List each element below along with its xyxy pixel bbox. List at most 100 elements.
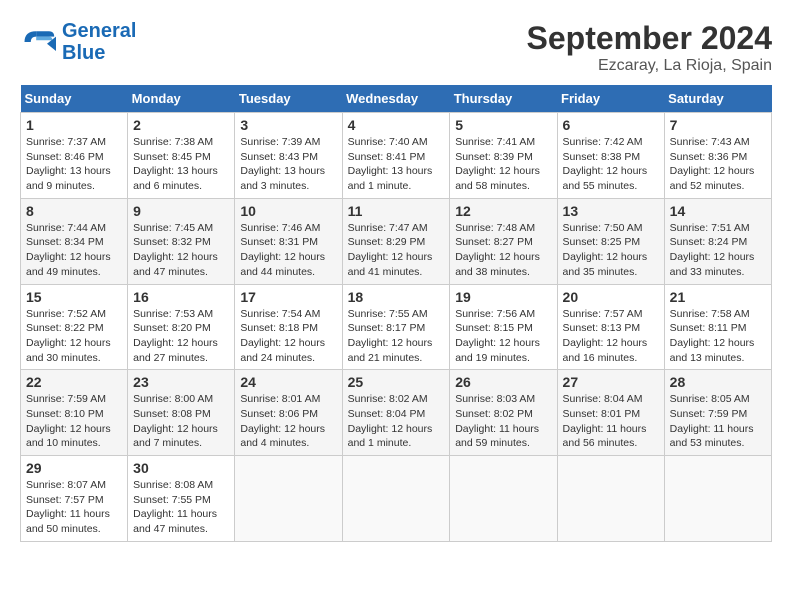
day-info: Sunrise: 7:41 AM Sunset: 8:39 PM Dayligh…	[455, 135, 551, 194]
calendar-cell	[450, 456, 557, 542]
day-info: Sunrise: 8:04 AM Sunset: 8:01 PM Dayligh…	[563, 392, 659, 451]
calendar-header-row: Sunday Monday Tuesday Wednesday Thursday…	[21, 85, 772, 113]
day-info: Sunrise: 7:39 AM Sunset: 8:43 PM Dayligh…	[240, 135, 336, 194]
day-number: 20	[563, 289, 659, 305]
calendar-cell: 30 Sunrise: 8:08 AM Sunset: 7:55 PM Dayl…	[128, 456, 235, 542]
day-info: Sunrise: 8:03 AM Sunset: 8:02 PM Dayligh…	[455, 392, 551, 451]
logo: General Blue	[20, 20, 136, 64]
day-info: Sunrise: 7:58 AM Sunset: 8:11 PM Dayligh…	[670, 307, 766, 366]
calendar-week-row: 22 Sunrise: 7:59 AM Sunset: 8:10 PM Dayl…	[21, 370, 772, 456]
header-monday: Monday	[128, 85, 235, 113]
calendar-cell: 7 Sunrise: 7:43 AM Sunset: 8:36 PM Dayli…	[664, 113, 771, 199]
calendar-cell: 19 Sunrise: 7:56 AM Sunset: 8:15 PM Dayl…	[450, 284, 557, 370]
calendar-cell	[342, 456, 450, 542]
calendar-cell: 21 Sunrise: 7:58 AM Sunset: 8:11 PM Dayl…	[664, 284, 771, 370]
day-info: Sunrise: 7:38 AM Sunset: 8:45 PM Dayligh…	[133, 135, 229, 194]
month-title: September 2024	[527, 20, 772, 57]
day-number: 19	[455, 289, 551, 305]
calendar-cell: 4 Sunrise: 7:40 AM Sunset: 8:41 PM Dayli…	[342, 113, 450, 199]
calendar-cell: 1 Sunrise: 7:37 AM Sunset: 8:46 PM Dayli…	[21, 113, 128, 199]
day-info: Sunrise: 7:42 AM Sunset: 8:38 PM Dayligh…	[563, 135, 659, 194]
calendar-week-row: 8 Sunrise: 7:44 AM Sunset: 8:34 PM Dayli…	[21, 198, 772, 284]
logo-text: General Blue	[62, 20, 136, 64]
page-header: General Blue September 2024 Ezcaray, La …	[20, 20, 772, 75]
calendar-cell: 13 Sunrise: 7:50 AM Sunset: 8:25 PM Dayl…	[557, 198, 664, 284]
calendar-cell: 11 Sunrise: 7:47 AM Sunset: 8:29 PM Dayl…	[342, 198, 450, 284]
calendar-cell: 18 Sunrise: 7:55 AM Sunset: 8:17 PM Dayl…	[342, 284, 450, 370]
day-info: Sunrise: 7:48 AM Sunset: 8:27 PM Dayligh…	[455, 221, 551, 280]
calendar-cell	[235, 456, 342, 542]
header-tuesday: Tuesday	[235, 85, 342, 113]
day-info: Sunrise: 7:51 AM Sunset: 8:24 PM Dayligh…	[670, 221, 766, 280]
calendar-cell: 14 Sunrise: 7:51 AM Sunset: 8:24 PM Dayl…	[664, 198, 771, 284]
header-friday: Friday	[557, 85, 664, 113]
day-info: Sunrise: 7:54 AM Sunset: 8:18 PM Dayligh…	[240, 307, 336, 366]
calendar-cell: 28 Sunrise: 8:05 AM Sunset: 7:59 PM Dayl…	[664, 370, 771, 456]
header-wednesday: Wednesday	[342, 85, 450, 113]
day-info: Sunrise: 7:44 AM Sunset: 8:34 PM Dayligh…	[26, 221, 122, 280]
day-number: 10	[240, 203, 336, 219]
day-info: Sunrise: 8:01 AM Sunset: 8:06 PM Dayligh…	[240, 392, 336, 451]
calendar-cell: 2 Sunrise: 7:38 AM Sunset: 8:45 PM Dayli…	[128, 113, 235, 199]
day-number: 11	[348, 203, 445, 219]
calendar-cell: 27 Sunrise: 8:04 AM Sunset: 8:01 PM Dayl…	[557, 370, 664, 456]
calendar-cell	[557, 456, 664, 542]
day-number: 23	[133, 374, 229, 390]
logo-general: General	[62, 20, 136, 42]
calendar-cell: 24 Sunrise: 8:01 AM Sunset: 8:06 PM Dayl…	[235, 370, 342, 456]
calendar-cell: 3 Sunrise: 7:39 AM Sunset: 8:43 PM Dayli…	[235, 113, 342, 199]
calendar-cell: 12 Sunrise: 7:48 AM Sunset: 8:27 PM Dayl…	[450, 198, 557, 284]
day-number: 16	[133, 289, 229, 305]
calendar-cell: 9 Sunrise: 7:45 AM Sunset: 8:32 PM Dayli…	[128, 198, 235, 284]
day-info: Sunrise: 8:00 AM Sunset: 8:08 PM Dayligh…	[133, 392, 229, 451]
day-info: Sunrise: 7:43 AM Sunset: 8:36 PM Dayligh…	[670, 135, 766, 194]
day-number: 24	[240, 374, 336, 390]
day-info: Sunrise: 7:50 AM Sunset: 8:25 PM Dayligh…	[563, 221, 659, 280]
calendar-cell: 26 Sunrise: 8:03 AM Sunset: 8:02 PM Dayl…	[450, 370, 557, 456]
calendar-cell: 23 Sunrise: 8:00 AM Sunset: 8:08 PM Dayl…	[128, 370, 235, 456]
logo-icon	[20, 24, 56, 60]
day-info: Sunrise: 8:07 AM Sunset: 7:57 PM Dayligh…	[26, 478, 122, 537]
calendar-cell: 22 Sunrise: 7:59 AM Sunset: 8:10 PM Dayl…	[21, 370, 128, 456]
calendar-week-row: 15 Sunrise: 7:52 AM Sunset: 8:22 PM Dayl…	[21, 284, 772, 370]
header-thursday: Thursday	[450, 85, 557, 113]
day-number: 21	[670, 289, 766, 305]
day-number: 12	[455, 203, 551, 219]
day-number: 22	[26, 374, 122, 390]
day-info: Sunrise: 7:45 AM Sunset: 8:32 PM Dayligh…	[133, 221, 229, 280]
day-info: Sunrise: 7:46 AM Sunset: 8:31 PM Dayligh…	[240, 221, 336, 280]
calendar-week-row: 29 Sunrise: 8:07 AM Sunset: 7:57 PM Dayl…	[21, 456, 772, 542]
calendar-cell: 25 Sunrise: 8:02 AM Sunset: 8:04 PM Dayl…	[342, 370, 450, 456]
calendar-cell: 15 Sunrise: 7:52 AM Sunset: 8:22 PM Dayl…	[21, 284, 128, 370]
calendar-cell: 8 Sunrise: 7:44 AM Sunset: 8:34 PM Dayli…	[21, 198, 128, 284]
calendar-table: Sunday Monday Tuesday Wednesday Thursday…	[20, 85, 772, 542]
day-number: 25	[348, 374, 445, 390]
day-info: Sunrise: 7:56 AM Sunset: 8:15 PM Dayligh…	[455, 307, 551, 366]
day-number: 17	[240, 289, 336, 305]
day-number: 7	[670, 117, 766, 133]
day-number: 3	[240, 117, 336, 133]
day-number: 9	[133, 203, 229, 219]
day-number: 28	[670, 374, 766, 390]
calendar-cell	[664, 456, 771, 542]
day-number: 4	[348, 117, 445, 133]
day-info: Sunrise: 7:55 AM Sunset: 8:17 PM Dayligh…	[348, 307, 445, 366]
day-number: 6	[563, 117, 659, 133]
day-info: Sunrise: 7:40 AM Sunset: 8:41 PM Dayligh…	[348, 135, 445, 194]
day-info: Sunrise: 7:57 AM Sunset: 8:13 PM Dayligh…	[563, 307, 659, 366]
day-info: Sunrise: 7:53 AM Sunset: 8:20 PM Dayligh…	[133, 307, 229, 366]
day-info: Sunrise: 7:37 AM Sunset: 8:46 PM Dayligh…	[26, 135, 122, 194]
day-info: Sunrise: 7:52 AM Sunset: 8:22 PM Dayligh…	[26, 307, 122, 366]
day-info: Sunrise: 7:59 AM Sunset: 8:10 PM Dayligh…	[26, 392, 122, 451]
calendar-cell: 17 Sunrise: 7:54 AM Sunset: 8:18 PM Dayl…	[235, 284, 342, 370]
logo-blue: Blue	[62, 42, 105, 64]
day-number: 27	[563, 374, 659, 390]
day-info: Sunrise: 8:05 AM Sunset: 7:59 PM Dayligh…	[670, 392, 766, 451]
day-info: Sunrise: 7:47 AM Sunset: 8:29 PM Dayligh…	[348, 221, 445, 280]
day-number: 15	[26, 289, 122, 305]
day-number: 5	[455, 117, 551, 133]
day-number: 1	[26, 117, 122, 133]
calendar-cell: 29 Sunrise: 8:07 AM Sunset: 7:57 PM Dayl…	[21, 456, 128, 542]
day-number: 13	[563, 203, 659, 219]
day-number: 30	[133, 460, 229, 476]
